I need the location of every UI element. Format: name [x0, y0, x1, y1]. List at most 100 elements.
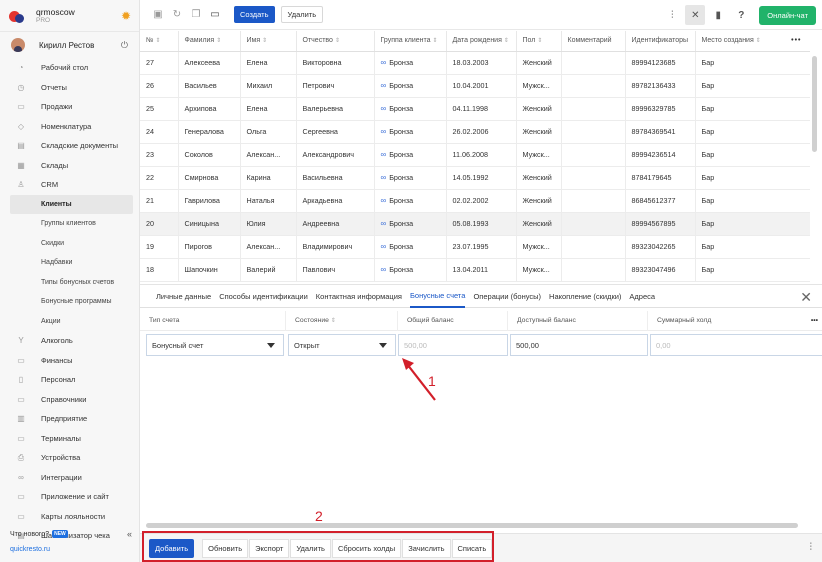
nav-sub-markups[interactable]: Надбавки: [0, 253, 139, 273]
nav-item-warehouses[interactable]: ▦ Склады: [0, 156, 139, 176]
nav-item-reports[interactable]: ◷ Отчеты: [0, 78, 139, 98]
tools-icon[interactable]: ✕: [685, 5, 706, 25]
account-type-select[interactable]: Бонусный счет: [146, 334, 284, 356]
help-icon[interactable]: ?: [731, 5, 751, 25]
nav-item-alcohol[interactable]: Y Алкоголь: [0, 331, 139, 351]
nav-item-integrations[interactable]: ∞ Интеграции: [0, 468, 139, 488]
nav-item-loyalty[interactable]: ▭ Карты лояльности: [0, 507, 139, 527]
table-cell: 02.02.2002: [446, 189, 517, 213]
user-profile[interactable]: Кирилл Рестов ⏻: [0, 32, 139, 58]
detail-tabs: Личные данные Способы идентификации Конт…: [140, 284, 822, 308]
col-identifiers[interactable]: Идентификаторы: [625, 31, 696, 52]
table-cell: 10.04.2001: [446, 74, 517, 98]
nav-item-app-site[interactable]: ▭ Приложение и сайт: [0, 487, 139, 507]
col-birth-date[interactable]: Дата рождения ⇕: [446, 31, 517, 52]
nav-sub-bonus-types[interactable]: Типы бонусных счетов: [0, 273, 139, 293]
close-icon[interactable]: ✕: [800, 289, 812, 306]
tab-identification[interactable]: Способы идентификации: [219, 284, 308, 308]
power-icon[interactable]: ⏻: [121, 40, 128, 51]
nav-item-terminals[interactable]: ▭ Терминалы: [0, 429, 139, 449]
nav-item-nomenclature[interactable]: ◇ Номенклатура: [0, 117, 139, 137]
available-balance-field[interactable]: 500,00: [510, 334, 648, 356]
nav-sub-bonus-programs[interactable]: Бонусные программы: [0, 292, 139, 312]
tab-contacts[interactable]: Контактная информация: [316, 284, 402, 308]
monitor-icon[interactable]: ▭: [209, 9, 221, 21]
copy-icon[interactable]: ❐: [190, 9, 202, 21]
nav-item-sales[interactable]: ▭ Продажи: [0, 97, 139, 117]
nav-item-enterprise[interactable]: ▥ Предприятие: [0, 409, 139, 429]
tab-bonus-operations[interactable]: Операции (бонусы): [473, 284, 541, 308]
nav-item-staff[interactable]: ▯ Персонал: [0, 370, 139, 390]
terminal-icon: ▭: [17, 433, 25, 443]
save-icon[interactable]: ▣: [152, 9, 164, 21]
whats-new[interactable]: Что нового? NEW «: [10, 529, 132, 539]
table-row[interactable]: 20 Синицына Юлия Андреевна ∞ Бронза 05.08.1993…: [140, 212, 810, 236]
more-columns-icon[interactable]: •••: [791, 37, 801, 44]
state-select[interactable]: Открыт: [288, 334, 396, 356]
filter-settings-icon[interactable]: ⫶: [662, 5, 682, 25]
refresh-icon[interactable]: ↻: [171, 9, 183, 21]
theme-sun-icon[interactable]: ✹: [121, 9, 131, 23]
table-cell: 89323047496: [625, 258, 696, 282]
col-patronymic[interactable]: Отчество ⇕: [296, 31, 375, 52]
tab-accumulation[interactable]: Накопление (скидки): [549, 284, 621, 308]
site-link[interactable]: quickresto.ru: [10, 546, 50, 553]
table-cell: 24: [140, 120, 179, 144]
horizontal-scrollbar[interactable]: [146, 523, 798, 528]
column-settings-icon[interactable]: ⫶: [810, 542, 813, 553]
more-icon[interactable]: •••: [811, 317, 818, 324]
nav-sub-client-groups[interactable]: Группы клиентов: [0, 214, 139, 234]
delete-button[interactable]: Удалить: [280, 6, 324, 23]
create-button[interactable]: Создать: [234, 6, 275, 23]
nav-item-reference[interactable]: ▭ Справочники: [0, 390, 139, 410]
col-account-type[interactable]: Тип счета: [140, 310, 286, 331]
col-comment[interactable]: Комментарий: [561, 31, 626, 52]
col-available-balance[interactable]: Доступный баланс: [508, 310, 648, 331]
tab-addresses[interactable]: Адреса: [629, 284, 655, 308]
brand-header[interactable]: qrmoscow PRO ✹: [0, 0, 139, 32]
total-hold-field[interactable]: 0,00: [650, 334, 822, 356]
col-first-name[interactable]: Имя ⇕: [240, 31, 297, 52]
sales-icon: ▭: [17, 102, 25, 112]
col-last-name[interactable]: Фамилия ⇕: [178, 31, 241, 52]
nav-item-crm[interactable]: ♙ CRM: [0, 175, 139, 195]
col-state[interactable]: Состояние ⇕: [286, 310, 398, 331]
table-cell: Васильев: [178, 74, 241, 98]
nav-item-documents[interactable]: ▤ Складские документы: [0, 136, 139, 156]
table-row[interactable]: 23 Соколов Алексан... Александрович ∞ Бронза 1…: [140, 143, 810, 167]
table-row[interactable]: 27 Алексеева Елена Викторовна ∞ Бронза 18.03.2…: [140, 51, 810, 75]
col-gender[interactable]: Пол ⇕: [516, 31, 562, 52]
table-row[interactable]: 26 Васильев Михаил Петрович ∞ Бронза 10.04.200…: [140, 74, 810, 98]
table-row[interactable]: 19 Пирогов Алексан... Владимирович ∞ Бронза 23…: [140, 235, 810, 259]
table-cell: Валерьевна: [296, 97, 375, 121]
nav-item-dashboard[interactable]: ◔ Рабочий стол: [0, 58, 139, 78]
table-cell: 89996329785: [625, 97, 696, 121]
collapse-sidebar-icon[interactable]: «: [127, 529, 132, 539]
trash-icon[interactable]: ▮: [708, 5, 728, 25]
nav-item-finance[interactable]: ▭ Финансы: [0, 351, 139, 371]
col-creation-place[interactable]: Место создания ⇕ •••: [695, 31, 810, 52]
col-total-hold[interactable]: Суммарный холд •••: [648, 311, 822, 331]
col-total-balance[interactable]: Общий баланс: [398, 310, 508, 331]
col-client-group[interactable]: Группа клиента ⇕: [374, 31, 447, 52]
table-row[interactable]: 24 Генералова Ольга Сергеевна ∞ Бронза 26.02.2…: [140, 120, 810, 144]
nav-item-devices[interactable]: ⎙ Устройства: [0, 448, 139, 468]
online-chat-button[interactable]: Онлайн-чат: [759, 5, 816, 25]
tab-personal[interactable]: Личные данные: [156, 284, 211, 308]
link-icon: ∞: [380, 265, 387, 274]
table-cell: Елена: [240, 97, 297, 121]
table-row[interactable]: 25 Архипова Елена Валерьевна ∞ Бронза 04.11.19…: [140, 97, 810, 121]
table-scrollbar[interactable]: [812, 56, 817, 152]
table-row[interactable]: 18 Шапочкин Валерий Павлович ∞ Бронза 13.04.20…: [140, 258, 810, 282]
finance-icon: ▭: [17, 355, 25, 365]
nav-sub-clients[interactable]: Клиенты: [10, 194, 133, 214]
col-number[interactable]: № ⇕: [140, 31, 179, 52]
table-row[interactable]: 22 Смирнова Карина Васильевна ∞ Бронза 14.05.1…: [140, 166, 810, 190]
nav-sub-promotions[interactable]: Акции: [0, 312, 139, 332]
nav-sub-discounts[interactable]: Скидки: [0, 234, 139, 254]
table-row[interactable]: 21 Гаврилова Наталья Аркадьевна ∞ Бронза 02.02…: [140, 189, 810, 213]
bonus-table-header: Тип счета Состояние ⇕ Общий баланс Доступ…: [140, 310, 822, 331]
table-cell: [561, 51, 626, 75]
tab-bonus-accounts[interactable]: Бонусные счета: [409, 284, 466, 308]
table-cell: [561, 189, 626, 213]
